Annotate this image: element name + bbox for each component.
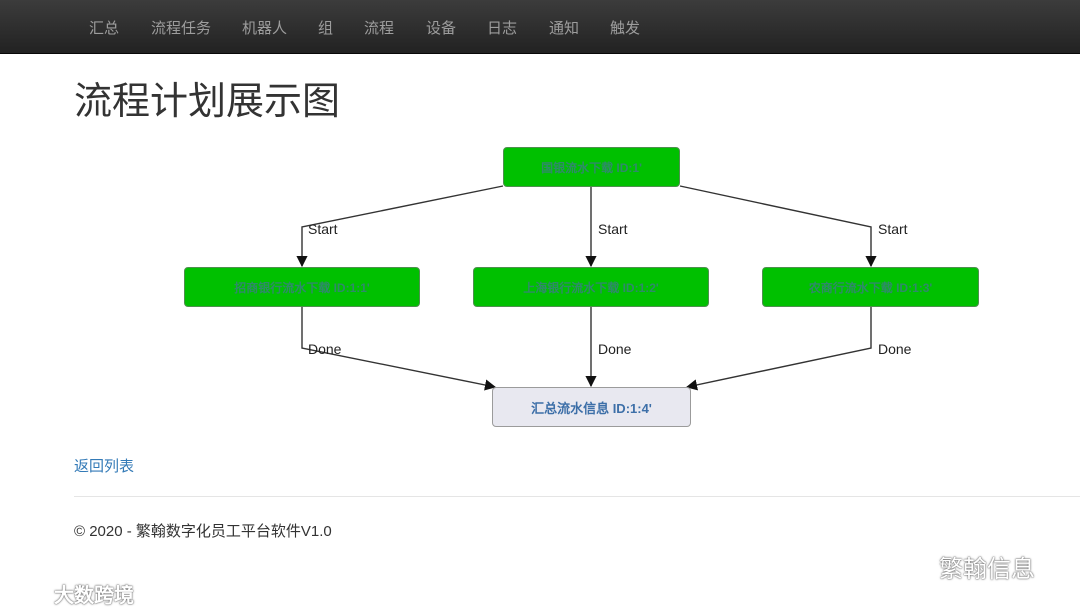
flow-node-branch-2[interactable]: 上海银行流水下载 ID:1:2' [473,267,709,307]
flow-node-branch-3[interactable]: 农商行流水下载 ID:1:3' [762,267,979,307]
edge-label: Done [598,341,632,357]
watermark-left-text: 大数跨境 [54,584,134,607]
watermark-logo-icon [8,576,48,609]
edge-node-3-to-summary [685,307,872,391]
edge-start-to-node-3 [679,185,877,268]
edge-label: Start [308,221,338,237]
edge-label: Done [878,341,912,357]
flow-node-summary[interactable]: 汇总流水信息 ID:1:4' [492,387,691,427]
flow-node-branch-1[interactable]: 招商银行流水下载 ID:1:1' [184,267,420,307]
footer-copyright: © 2020 - 繁翰数字化员工平台软件V1.0 [74,523,332,540]
watermark-left: 大数跨境 [8,576,134,609]
back-to-list-link[interactable]: 返回列表 [74,455,134,476]
wechat-icon [895,548,931,585]
edge-label: Start [878,221,908,237]
edge-label: Done [308,341,342,357]
watermark-right: 繁翰信息 [895,548,1035,585]
flow-node-start[interactable]: 国银流水下载 ID:1' [503,147,680,187]
watermark-right-text: 繁翰信息 [939,556,1035,583]
footer-divider [74,496,1080,497]
edge-label: Start [598,221,628,237]
